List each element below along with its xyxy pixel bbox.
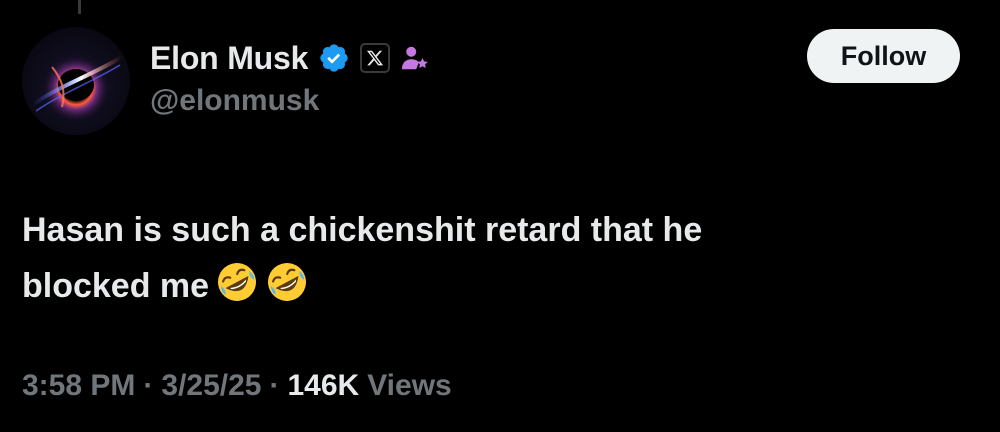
post-text-line: Hasan is such a chickenshit retard that … — [22, 211, 703, 249]
post-text-line-with-emoji: blocked me — [22, 258, 962, 321]
follow-button[interactable]: Follow — [807, 29, 960, 83]
post-meta: 3:58 PM · 3/25/25 · 146K Views — [22, 369, 452, 403]
post-text: Hasan is such a chickenshit retard that … — [22, 202, 962, 321]
author-name-row: Elon Musk — [150, 38, 430, 78]
avatar[interactable] — [22, 27, 130, 135]
meta-separator: · — [143, 369, 154, 402]
views-count[interactable]: 146K — [287, 369, 359, 403]
thread-connector-line — [78, 0, 81, 14]
avatar-image — [30, 51, 124, 119]
x-affiliate-icon[interactable] — [360, 43, 391, 73]
pronoun-person-icon[interactable] — [400, 43, 430, 73]
author-display-name[interactable]: Elon Musk — [150, 40, 308, 77]
post-date[interactable]: 3/25/25 — [161, 369, 261, 403]
author-handle[interactable]: @elonmusk — [150, 84, 319, 118]
verified-badge-icon[interactable] — [318, 42, 350, 74]
rofl-emoji-icon — [215, 260, 259, 321]
post-time[interactable]: 3:58 PM — [22, 369, 135, 403]
rofl-emoji-icon — [265, 260, 309, 321]
views-label: Views — [367, 369, 452, 402]
post-text-line: blocked me — [22, 267, 210, 305]
meta-separator: · — [269, 369, 280, 402]
